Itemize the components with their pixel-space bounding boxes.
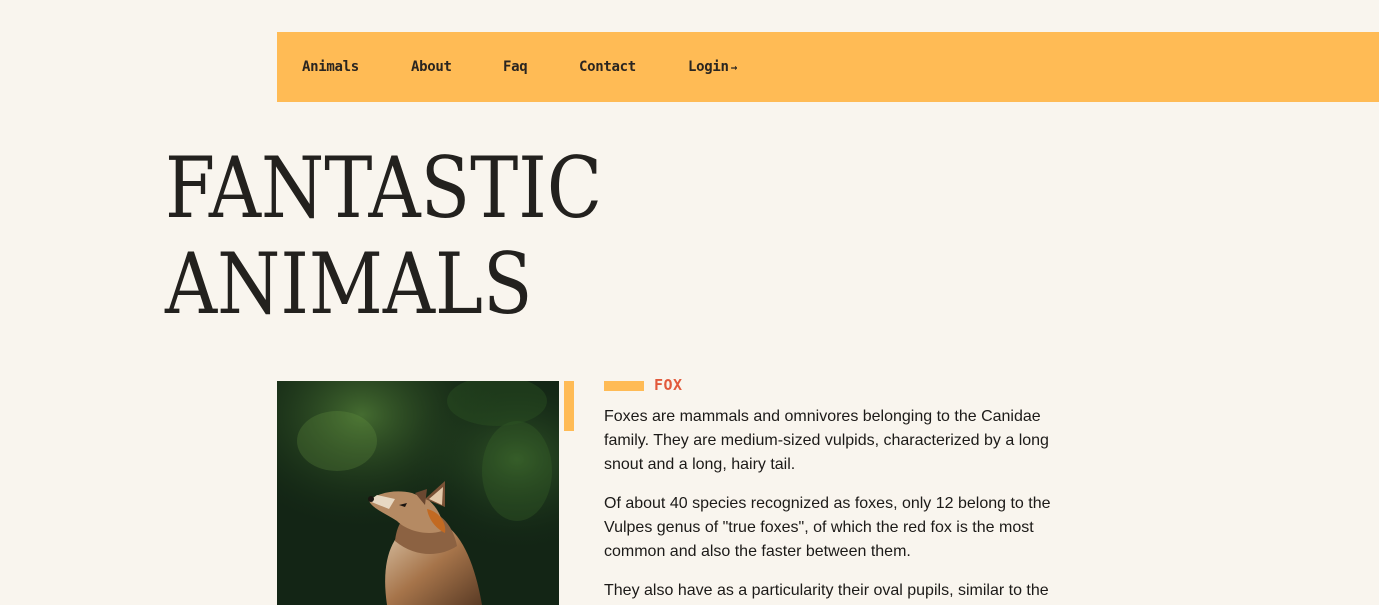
page-title-line-2: ANIMALS (165, 235, 533, 333)
nav-login-link[interactable]: Login → (688, 59, 737, 75)
fox-photo-illustration (277, 381, 559, 605)
tag-accent-bar (604, 381, 644, 391)
nav-animals-link[interactable]: Animals (302, 59, 359, 75)
arrow-right-icon: → (730, 61, 738, 74)
fox-photo (277, 381, 559, 605)
nav-faq-link[interactable]: Faq (503, 59, 528, 75)
nav-contact-link[interactable]: Contact (579, 59, 636, 75)
article-paragraph: Of about 40 species recognized as foxes,… (604, 495, 1051, 560)
animal-tag: FOX (654, 376, 683, 394)
article-paragraph: Foxes are mammals and omnivores belongin… (604, 408, 1049, 473)
nav-login-label: Login (688, 59, 729, 75)
photo-accent-bar (564, 381, 574, 431)
top-nav: Animals About Faq Contact Login → (277, 32, 1379, 102)
nav-about-link[interactable]: About (411, 59, 452, 75)
article-paragraph: They also have as a particularity their … (604, 582, 1049, 599)
page-title: FANTASTIC ANIMALS (165, 140, 602, 332)
page-title-line-1: FANTASTIC (165, 139, 603, 237)
